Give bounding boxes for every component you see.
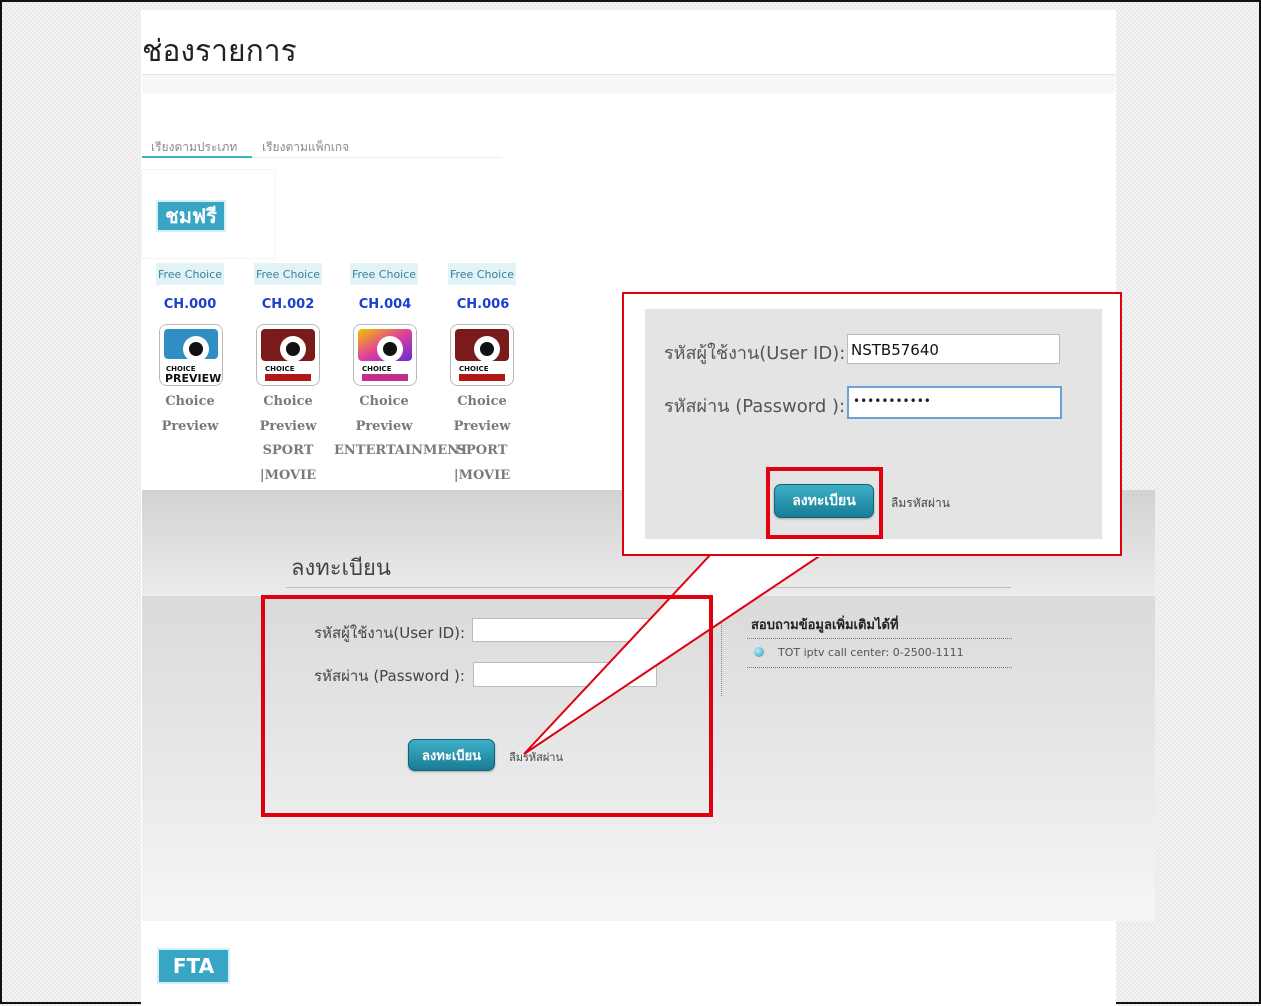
zoom-password-input[interactable]: ••••••••••• bbox=[847, 386, 1062, 419]
fta-section-header bbox=[142, 921, 1115, 1006]
zoom-password-label: รหัสผ่าน (Password ): bbox=[664, 396, 846, 417]
zoom-register-button[interactable]: ลงทะเบียน bbox=[774, 484, 874, 518]
fta-section-badge: FTA bbox=[157, 948, 230, 984]
zoom-forgot-password-link[interactable]: ลืมรหัสผ่าน bbox=[891, 494, 950, 513]
zoom-user-id-input[interactable]: NSTB57640 bbox=[847, 334, 1060, 364]
form-highlight-box bbox=[261, 595, 713, 817]
zoom-user-id-label: รหัสผู้ใช้งาน(User ID): bbox=[664, 343, 846, 364]
